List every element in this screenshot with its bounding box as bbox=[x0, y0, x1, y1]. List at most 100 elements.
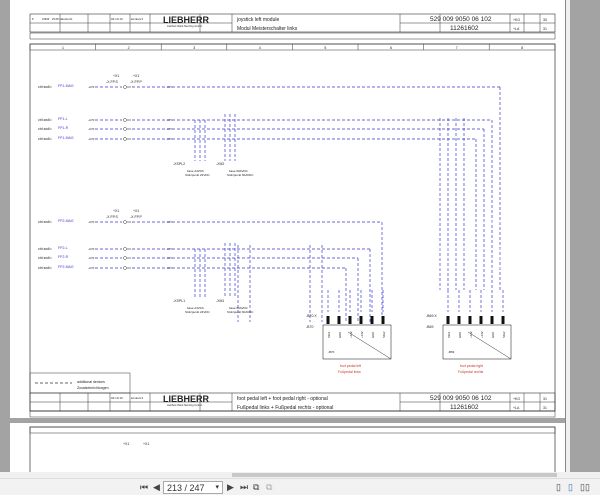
column-number: 7 bbox=[456, 46, 458, 50]
pedal-symbol: -B69 bbox=[448, 350, 455, 354]
terminal-label: +X1 bbox=[133, 209, 139, 213]
pdf-toolbar: ⏮ ◀ 213 / 247 ▾ ▶ ⏭ ⧉ ⧉ ▯ ▯ ▯▯ bbox=[0, 478, 600, 495]
splice-label: -XM1 bbox=[216, 299, 224, 303]
prev-page-icon[interactable]: ◀ bbox=[153, 482, 160, 493]
title-de: Fußpedal links + Fußpedal rechts - optio… bbox=[237, 405, 333, 411]
pin bbox=[337, 316, 341, 324]
signal-name: FP1-MAG bbox=[58, 84, 74, 88]
title-de: Modul Meisterschalter links bbox=[237, 26, 298, 32]
label: 03.10.13 bbox=[111, 17, 123, 21]
source-ref: ctrl.sw6= bbox=[38, 137, 52, 141]
wire-label: -A70 bbox=[88, 266, 95, 270]
single-page-view-icon[interactable]: ▯ bbox=[556, 482, 561, 493]
base-label: Stützpunkt 60AVDC bbox=[227, 173, 254, 177]
pin bbox=[490, 316, 494, 324]
base-label: Stützpunkt 24VDC bbox=[185, 310, 211, 314]
two-page-view-icon[interactable]: ▯▯ bbox=[580, 482, 590, 493]
column-number: 2 bbox=[128, 46, 130, 50]
label: 31 bbox=[543, 397, 547, 401]
plug-label: -B69.X bbox=[426, 314, 437, 318]
pin bbox=[370, 316, 374, 324]
signal-name: FP2-L bbox=[58, 246, 68, 250]
document-number: 11261602 bbox=[450, 25, 479, 32]
base-label: Stützpunkt 24VDC bbox=[185, 173, 211, 177]
source-ref: ctrl.sw6= bbox=[38, 127, 52, 131]
label: 31 bbox=[543, 406, 547, 410]
splice-label: -XSPL1 bbox=[173, 299, 185, 303]
wire-label: -A70 bbox=[88, 85, 95, 89]
pin bbox=[501, 316, 505, 324]
liebherr-logo: LIEBHERR bbox=[163, 15, 210, 25]
source-ref: ctrl.sw6= bbox=[38, 220, 52, 224]
legend-text: additional devices bbox=[77, 380, 105, 384]
column-ruler bbox=[29, 426, 556, 434]
connector-label: -X.FP.S bbox=[106, 80, 118, 84]
connector-pin bbox=[123, 127, 127, 131]
pin bbox=[446, 316, 450, 324]
pin-label: GND bbox=[338, 332, 342, 338]
paste-icon[interactable]: ⧉ bbox=[266, 482, 272, 493]
company-name: Liebherr-Werk Nenzing GmbH bbox=[167, 403, 202, 407]
pin bbox=[326, 316, 330, 324]
pin-label: SIG2 bbox=[502, 331, 506, 338]
column-number: 8 bbox=[521, 46, 523, 50]
document-number: 11261602 bbox=[450, 404, 479, 411]
scroll-thumb[interactable] bbox=[232, 473, 557, 477]
pin-label: +24V bbox=[469, 331, 473, 338]
pedal-name: Fußpedal rechts bbox=[458, 370, 484, 374]
source-ref: ctrl.sw6= bbox=[38, 256, 52, 260]
pin bbox=[468, 316, 472, 324]
pedal-name: Fußpedal links bbox=[338, 370, 361, 374]
page-bottom: +X1 +X1 bbox=[10, 423, 565, 478]
device-label: -B70 bbox=[306, 325, 313, 329]
pin bbox=[479, 316, 483, 324]
revision-cell: konkurz1 bbox=[62, 17, 73, 21]
page-number-input[interactable]: 213 / 247 ▾ bbox=[163, 481, 223, 494]
pin bbox=[381, 316, 385, 324]
connector-pin bbox=[123, 137, 127, 141]
pin-label: SIG2 bbox=[382, 331, 386, 338]
column-number: 4 bbox=[259, 46, 261, 50]
first-page-icon[interactable]: ⏮ bbox=[140, 482, 148, 493]
signal-name: FP1-MAG bbox=[58, 136, 74, 140]
wire-label: -A70 bbox=[88, 220, 95, 224]
terminal-label: +X1 bbox=[123, 442, 129, 446]
copy-icon[interactable]: ⧉ bbox=[253, 482, 259, 493]
pin-label: GND bbox=[458, 332, 462, 338]
terminal-label: +X1 bbox=[133, 74, 139, 78]
splice-label: -XSPL2 bbox=[173, 162, 185, 166]
label: +LA bbox=[513, 406, 520, 410]
signal-name: FP1-L bbox=[58, 117, 68, 121]
label: konkurz1 bbox=[131, 17, 144, 21]
wire-label: -A70 bbox=[88, 127, 95, 131]
connector-label: -X.FP.P bbox=[130, 80, 142, 84]
connector-pin bbox=[123, 85, 127, 89]
title-en: joystick left module bbox=[236, 17, 279, 23]
device-label: -B69 bbox=[426, 325, 433, 329]
pin-label: SIG1 bbox=[327, 331, 331, 338]
continuous-view-icon[interactable]: ▯ bbox=[568, 482, 573, 493]
pin bbox=[348, 316, 352, 324]
column-number: 6 bbox=[390, 46, 392, 50]
signal-name: FP2-MAG bbox=[58, 265, 74, 269]
revision-cell: 8 bbox=[32, 17, 34, 21]
pin bbox=[359, 316, 363, 324]
next-page-icon[interactable]: ▶ bbox=[227, 482, 234, 493]
terminal-label: +X1 bbox=[113, 209, 119, 213]
source-ref: ctrl.sw6= bbox=[38, 247, 52, 251]
company-name: Liebherr-Werk Nenzing GmbH bbox=[167, 24, 202, 28]
drawing-number: 529 009 9050 06 102 bbox=[430, 16, 492, 23]
splice-label: -XM2 bbox=[216, 162, 224, 166]
vertical-scrollbar[interactable] bbox=[565, 0, 570, 478]
connector-pin bbox=[123, 220, 127, 224]
plug-label: -B70.X bbox=[306, 314, 317, 318]
label: +KG bbox=[513, 397, 520, 401]
source-ref: ctrl.sw6= bbox=[38, 266, 52, 270]
pin bbox=[457, 316, 461, 324]
terminal-label: +X1 bbox=[143, 442, 149, 446]
last-page-icon[interactable]: ⏭ bbox=[240, 482, 248, 493]
connector-label: -X.FP.S bbox=[106, 215, 118, 219]
wire-label: -A70 bbox=[88, 256, 95, 260]
column-number: 1 bbox=[62, 46, 64, 50]
signal-name: FP1-R bbox=[58, 126, 69, 130]
